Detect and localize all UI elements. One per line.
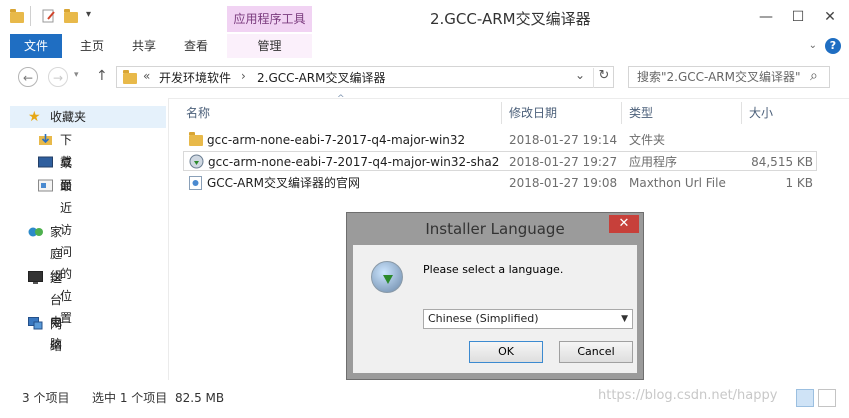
file-modified: 2018-01-27 19:27 [509,155,618,169]
file-size: 84,515 KB [751,155,813,169]
window-title: 2.GCC-ARM交叉编译器 [430,10,591,28]
details-view-toggle[interactable] [796,389,814,407]
new-folder-icon[interactable] [64,9,78,23]
properties-icon[interactable] [42,9,56,23]
file-size: 1 KB [785,176,813,190]
close-button[interactable]: ✕ [816,8,844,26]
breadcrumb-item[interactable]: 开发环境软件 [159,69,231,86]
folder-icon [10,9,24,23]
language-select-value: Chinese (Simplified) [428,312,539,325]
address-bar[interactable]: « 开发环境软件 › 2.GCC-ARM交叉编译器 ⌄ ↻ [116,66,614,88]
computer-icon [28,271,43,284]
dialog-body: Please select a language. Chinese (Simpl… [353,245,637,373]
title-bar: ▾ 应用程序工具 2.GCC-ARM交叉编译器 — ☐ ✕ [0,0,849,35]
file-row[interactable]: gcc-arm-none-eabi-7-2017-q4-major-win32-… [183,151,817,171]
search-icon[interactable]: ⌕ [810,68,818,84]
file-name: gcc-arm-none-eabi-7-2017-q4-major-win32 [207,133,466,147]
cancel-button[interactable]: Cancel [559,341,633,363]
item-count: 3 个项目 [22,391,70,405]
column-header-type[interactable]: 类型 [629,102,653,124]
tab-share[interactable]: 共享 [122,34,166,58]
maximize-button[interactable]: ☐ [784,8,812,26]
nav-favorites[interactable]: ★ 收藏夹 [10,106,166,128]
dialog-message: Please select a language. [423,263,564,276]
ribbon-expand-icon[interactable]: ⌄ [809,40,817,51]
selected-size: 82.5 MB [175,391,225,405]
file-type: 应用程序 [629,155,678,169]
file-name: gcc-arm-none-eabi-7-2017-q4-major-win32-… [208,155,500,169]
navigation-pane: ★ 收藏夹 下载 桌面 最近访问的位置 家庭组 这台电脑 网络 [0,98,169,380]
folder-icon [123,70,137,84]
column-header-name[interactable]: 名称 [186,102,210,124]
nav-label: 收藏夹 [50,110,87,124]
ok-button[interactable]: OK [469,341,543,363]
tab-view[interactable]: 查看 [174,34,218,58]
file-type: 文件夹 [629,133,666,147]
tab-home[interactable]: 主页 [70,34,114,58]
file-type: Maxthon Url File [629,176,726,190]
network-icon [28,317,43,330]
file-name: GCC-ARM交叉编译器的官网 [207,176,361,190]
dialog-title: Installer Language [425,220,565,238]
search-input[interactable]: 搜索"2.GCC-ARM交叉编译器" [628,66,830,88]
tab-file[interactable]: 文件 [10,34,62,58]
dialog-close-button[interactable]: ✕ [609,215,639,233]
url-file-icon [189,176,202,190]
desktop-icon [38,156,53,168]
back-button[interactable]: ← [18,67,38,87]
forward-button[interactable]: → [48,67,68,87]
breadcrumb-separator-icon[interactable]: › [241,69,246,83]
column-header-modified[interactable]: 修改日期 [509,102,557,124]
homegroup-icon [28,227,43,237]
ribbon-tabs: 文件 主页 共享 查看 管理 ⌄ ? [0,34,849,59]
separator [30,6,31,26]
file-modified: 2018-01-27 19:14 [509,133,618,147]
nav-label: 网络 [50,317,63,353]
installer-icon [189,154,204,169]
language-select[interactable]: Chinese (Simplified) ▼ [423,309,633,329]
installer-language-dialog: Installer Language ✕ Please select a lan… [346,212,644,380]
file-row[interactable]: GCC-ARM交叉编译器的官网 2018-01-27 19:08 Maxthon… [183,173,817,193]
column-separator[interactable] [741,102,742,124]
watermark: https://blog.csdn.net/happy [598,388,778,403]
column-header-size[interactable]: 大小 [749,102,773,124]
selected-count: 选中 1 个项目 [92,391,168,405]
breadcrumb-overflow[interactable]: « [143,69,150,83]
sort-ascending-icon: ^ [337,94,345,104]
address-row: ← → ▾ ↑ « 开发环境软件 › 2.GCC-ARM交叉编译器 ⌄ ↻ 搜索… [0,58,849,99]
column-separator[interactable] [501,102,502,124]
minimize-button[interactable]: — [752,8,780,26]
star-icon: ★ [28,109,41,125]
chevron-down-icon[interactable]: ▼ [621,310,628,328]
address-dropdown-icon[interactable]: ⌄ [575,68,585,82]
tab-manage[interactable]: 管理 [227,34,312,58]
file-row[interactable]: gcc-arm-none-eabi-7-2017-q4-major-win32 … [183,130,817,150]
large-icons-view-toggle[interactable] [818,389,836,407]
column-separator[interactable] [621,102,622,124]
downloads-icon [39,134,52,145]
folder-icon [189,132,203,146]
customize-qat-icon[interactable]: ▾ [86,9,100,23]
breadcrumb-item[interactable]: 2.GCC-ARM交叉编译器 [257,69,385,86]
recent-places-icon [38,179,53,192]
up-button[interactable]: ↑ [96,68,108,84]
recent-locations-icon[interactable]: ▾ [74,70,79,80]
refresh-button[interactable]: ↻ [593,68,614,88]
context-tab-app-tools[interactable]: 应用程序工具 [227,6,312,32]
file-modified: 2018-01-27 19:08 [509,176,618,190]
installer-icon [371,261,403,293]
help-icon[interactable]: ? [825,38,841,54]
